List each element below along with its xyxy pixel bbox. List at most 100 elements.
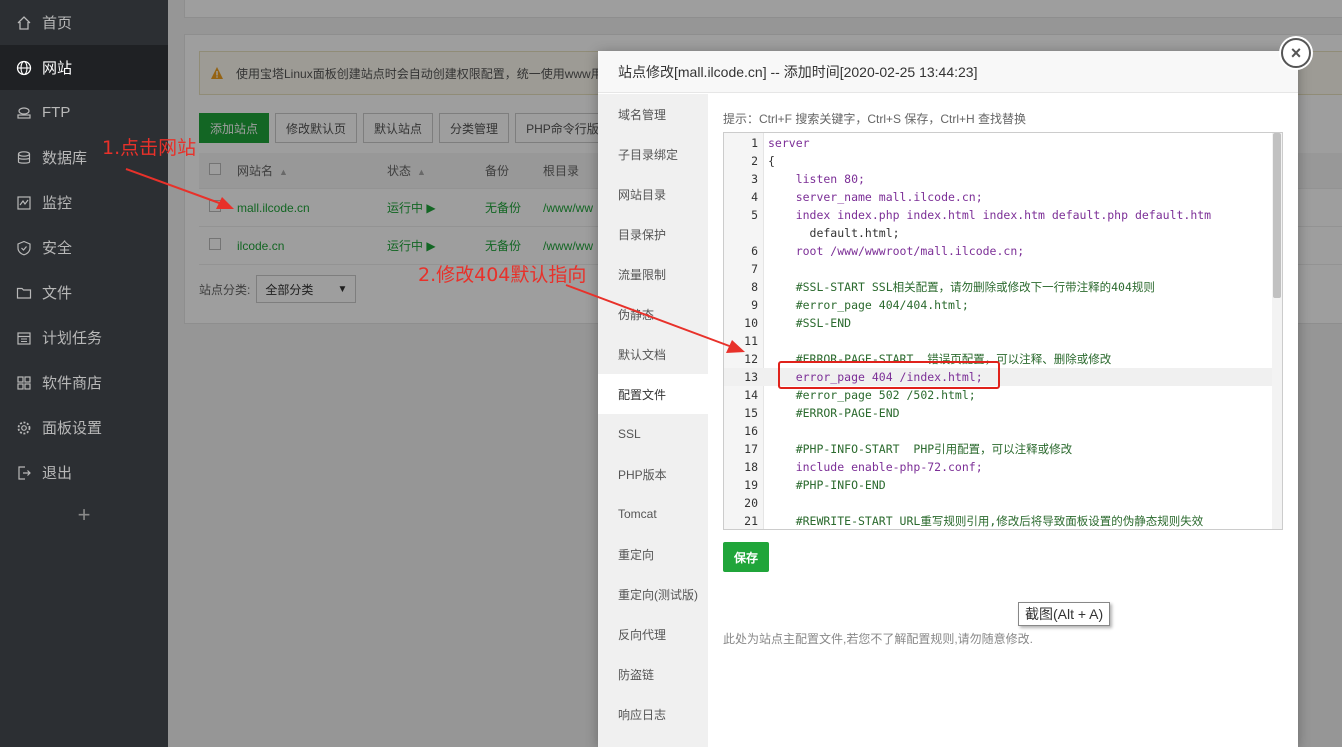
shield-icon [16, 240, 32, 256]
code-line[interactable]: 7 [724, 260, 1272, 278]
sidebar-item-label: 面板设置 [42, 420, 103, 437]
globe-icon [16, 60, 32, 76]
code-text: listen 80; [768, 172, 865, 186]
code-text: #PHP-INFO-START PHP引用配置，可以注释或修改 [768, 442, 1073, 456]
grid-icon [16, 375, 32, 391]
line-number: 17 [744, 442, 758, 456]
code-line[interactable]: 19 #PHP-INFO-END [724, 476, 1272, 494]
site-edit-modal: 站点修改[mall.ilcode.cn] -- 添加时间[2020-02-25 … [598, 51, 1298, 747]
code-text: index index.php index.html index.htm def… [768, 208, 1212, 222]
modal-nav-item[interactable]: 流量限制 [598, 254, 708, 294]
config-note: 此处为站点主配置文件,若您不了解配置规则,请勿随意修改. [723, 632, 1034, 646]
sidebar-item-ftp[interactable]: FTP [0, 90, 168, 135]
code-line[interactable]: 18 include enable-php-72.conf; [724, 458, 1272, 476]
line-number: 19 [744, 478, 758, 492]
modal-nav-item[interactable]: 重定向 [598, 534, 708, 574]
sidebar-item-label: FTP [42, 104, 71, 121]
sidebar-item-folder[interactable]: 文件 [0, 270, 168, 315]
code-text: server_name mall.ilcode.cn; [768, 190, 983, 204]
config-editor[interactable]: 1 server 2{3 listen 80; 4 server_name mall.… [723, 132, 1283, 530]
sidebar-item-home[interactable]: 首页 [0, 0, 168, 45]
modal-nav-item[interactable]: 子目录绑定 [598, 134, 708, 174]
line-number: 2 [751, 154, 758, 168]
code-line[interactable]: 17 #PHP-INFO-START PHP引用配置，可以注释或修改 [724, 440, 1272, 458]
line-number: 16 [744, 424, 758, 438]
code-line[interactable]: 6 root /www/wwwroot/mall.ilcode.cn; [724, 242, 1272, 260]
modal-nav: 域名管理 子目录绑定 网站目录 目录保护 流量限制 伪静态 默认文档 配置文件 SSL PHP版本… [598, 94, 708, 747]
annotation-step2: 2.修改404默认指向 [418, 264, 587, 286]
code-line[interactable]: 1 server [724, 134, 1272, 152]
code-line[interactable]: default.html; [724, 224, 1272, 242]
sidebar-item-label: 网站 [42, 60, 73, 77]
line-number: 13 [744, 370, 758, 384]
modal-nav-item[interactable]: 伪静态 [598, 294, 708, 334]
line-number: 3 [751, 172, 758, 186]
sidebar-item-logout[interactable]: 退出 [0, 450, 168, 495]
close-icon: × [1290, 43, 1302, 63]
sidebar: 首页网站 FTP 数据库监控安全文件计划任务软件商店面板设置退出 + [0, 0, 168, 747]
sidebar-item-label: 退出 [42, 465, 73, 482]
sidebar-item-label: 计划任务 [42, 330, 103, 347]
sidebar-item-label: 监控 [42, 195, 73, 212]
modal-nav-item[interactable]: PHP版本 [598, 454, 708, 494]
home-icon [16, 15, 32, 31]
editor-scrollbar[interactable] [1272, 133, 1282, 529]
annotation-step1: 1.点击网站 [102, 137, 197, 159]
add-menu-button[interactable]: + [0, 495, 168, 535]
code-line[interactable]: 9 #error_page 404/404.html; [724, 296, 1272, 314]
sidebar-item-label: 安全 [42, 240, 73, 257]
modal-nav-item[interactable]: 域名管理 [598, 94, 708, 134]
gear-icon [16, 420, 32, 436]
modal-nav-item[interactable]: SSL [598, 414, 708, 454]
line-number: 1 [751, 136, 758, 150]
save-button[interactable]: 保存 [723, 542, 769, 572]
line-number: 4 [751, 190, 758, 204]
code-line[interactable]: 2{ [724, 152, 1272, 170]
sidebar-item-monitor[interactable]: 监控 [0, 180, 168, 225]
code-line[interactable]: 20 [724, 494, 1272, 512]
sidebar-item-label: 数据库 [42, 150, 88, 167]
line-number: 6 [751, 244, 758, 258]
code-line[interactable]: 8 #SSL-START SSL相关配置，请勿删除或修改下一行带注释的404规则 [724, 278, 1272, 296]
line-number: 8 [751, 280, 758, 294]
line-number: 18 [744, 460, 758, 474]
line-number: 11 [744, 334, 758, 348]
close-button[interactable]: × [1281, 38, 1311, 68]
modal-nav-item[interactable]: 网站目录 [598, 174, 708, 214]
modal-nav-item[interactable]: Tomcat [598, 494, 708, 534]
modal-nav-item[interactable]: 配置文件 [598, 374, 708, 414]
screenshot-tooltip: 截图(Alt + A) [1018, 602, 1111, 626]
code-line[interactable]: 4 server_name mall.ilcode.cn; [724, 188, 1272, 206]
folder-icon [16, 285, 32, 301]
code-text: #SSL-START SSL相关配置，请勿删除或修改下一行带注释的404规则 [768, 280, 1155, 294]
modal-nav-item[interactable]: 反向代理 [598, 614, 708, 654]
modal-nav-item[interactable]: 响应日志 [598, 694, 708, 734]
code-text: #ERROR-PAGE-END [768, 406, 900, 420]
code-line[interactable]: 11 [724, 332, 1272, 350]
line-number: 14 [744, 388, 758, 402]
modal-nav-item[interactable]: 目录保护 [598, 214, 708, 254]
highlight-box [778, 361, 1000, 389]
sidebar-item-grid[interactable]: 软件商店 [0, 360, 168, 405]
sidebar-item-calendar[interactable]: 计划任务 [0, 315, 168, 360]
line-number: 21 [744, 514, 758, 528]
code-line[interactable]: 5 index index.php index.html index.htm d… [724, 206, 1272, 224]
code-line[interactable]: 10 #SSL-END [724, 314, 1272, 332]
sidebar-item-shield[interactable]: 安全 [0, 225, 168, 270]
code-line[interactable]: 21 #REWRITE-START URL重写规则引用,修改后将导致面板设置的伪… [724, 512, 1272, 529]
modal-nav-item[interactable]: 防盗链 [598, 654, 708, 694]
line-number: 20 [744, 496, 758, 510]
code-text: include enable-php-72.conf; [768, 460, 983, 474]
logout-icon [16, 465, 32, 481]
scroll-thumb[interactable] [1273, 133, 1281, 298]
code-line[interactable]: 15 #ERROR-PAGE-END [724, 404, 1272, 422]
modal-nav-item[interactable]: 默认文档 [598, 334, 708, 374]
editor-hint: 提示：Ctrl+F 搜索关键字，Ctrl+S 保存，Ctrl+H 查找替换 [723, 112, 1027, 126]
code-line[interactable]: 16 [724, 422, 1272, 440]
modal-nav-item[interactable]: 重定向(测试版) [598, 574, 708, 614]
line-number: 9 [751, 298, 758, 312]
sidebar-item-gear[interactable]: 面板设置 [0, 405, 168, 450]
code-line[interactable]: 3 listen 80; [724, 170, 1272, 188]
sidebar-item-globe[interactable]: 网站 [0, 45, 168, 90]
monitor-icon [16, 195, 32, 211]
